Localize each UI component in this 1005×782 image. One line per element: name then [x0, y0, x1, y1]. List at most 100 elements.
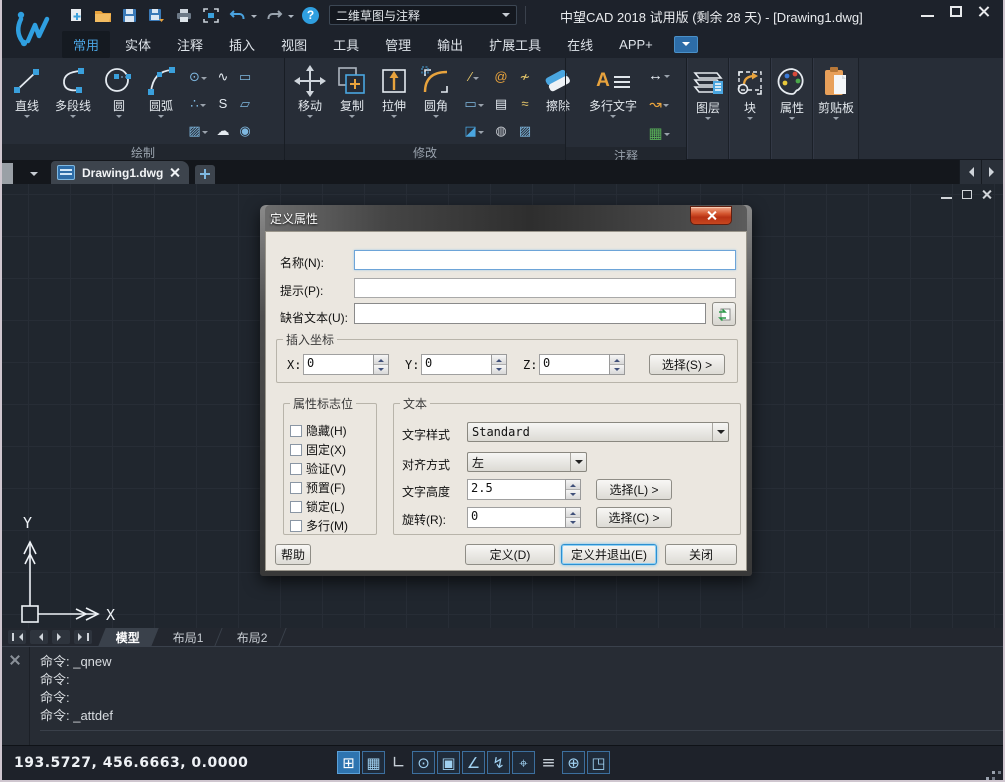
- verify-checkbox[interactable]: 验证(V): [290, 460, 346, 477]
- multiline-checkbox[interactable]: 多行(M): [290, 517, 348, 534]
- print-icon[interactable]: [174, 6, 193, 24]
- viewport-icon[interactable]: ◳: [587, 751, 610, 774]
- text-height-spinner[interactable]: [565, 479, 581, 500]
- default-text-input[interactable]: [354, 303, 706, 324]
- polyline-button[interactable]: 多段线: [48, 61, 98, 121]
- preset-checkbox[interactable]: 预置(F): [290, 479, 345, 496]
- z-spinner[interactable]: [609, 354, 625, 375]
- mtext-button[interactable]: A 多行文字: [582, 61, 644, 121]
- ribbon-tab-express[interactable]: 扩展工具: [478, 31, 552, 58]
- properties-button[interactable]: 属性: [771, 58, 813, 159]
- x-input[interactable]: 0: [303, 354, 389, 375]
- pencil-line-icon[interactable]: ≁: [513, 69, 537, 85]
- redo-icon[interactable]: [265, 6, 284, 24]
- otrack-toggle-icon[interactable]: ∠: [462, 751, 485, 774]
- dialog-titlebar[interactable]: 定义属性: [265, 205, 747, 231]
- new-icon[interactable]: [66, 6, 85, 24]
- scroll-left-icon[interactable]: [959, 160, 981, 184]
- preview-icon[interactable]: [201, 6, 220, 24]
- ribbon-tab-tools[interactable]: 工具: [322, 31, 370, 58]
- pencil-zigzag-icon[interactable]: ≈: [513, 96, 537, 111]
- layers-button[interactable]: 图层: [687, 58, 729, 159]
- ribbon-tab-view[interactable]: 视图: [270, 31, 318, 58]
- dyn-input-icon[interactable]: ⌖: [512, 751, 535, 774]
- ribbon-tab-insert[interactable]: 插入: [218, 31, 266, 58]
- zwcad-logo-icon[interactable]: [4, 2, 60, 56]
- squares-icon[interactable]: ◪: [459, 123, 489, 139]
- help-button[interactable]: 帮助: [275, 544, 311, 565]
- copy-button[interactable]: 复制: [331, 61, 373, 121]
- x-spinner[interactable]: [373, 354, 389, 375]
- hatch-edit-icon[interactable]: ▨: [513, 123, 537, 139]
- minimize-button[interactable]: [921, 6, 934, 17]
- circle-button[interactable]: 圆: [98, 61, 140, 121]
- revcloud-icon[interactable]: ☁: [212, 123, 234, 139]
- point-star-icon[interactable]: ◍: [489, 123, 513, 139]
- align-icon[interactable]: ▤: [489, 96, 513, 112]
- pick-point-button[interactable]: 选择(S) >: [649, 354, 725, 375]
- name-input[interactable]: [354, 250, 736, 270]
- next-layout-icon[interactable]: [52, 630, 70, 644]
- pick-rotation-button[interactable]: 选择(C) >: [596, 507, 672, 528]
- save-icon[interactable]: [120, 6, 139, 24]
- region-icon[interactable]: ▱: [234, 96, 256, 112]
- ribbon-overflow-button[interactable]: [674, 36, 698, 53]
- command-close-icon[interactable]: [10, 655, 20, 665]
- ribbon-tab-home[interactable]: 常用: [62, 31, 110, 58]
- mdi-minimize-button[interactable]: [941, 190, 952, 199]
- mdi-restore-button[interactable]: [962, 190, 972, 199]
- table-icon[interactable]: ▦: [648, 124, 670, 142]
- tab-close-icon[interactable]: [170, 168, 179, 177]
- ortho-toggle-icon[interactable]: ∟: [387, 751, 410, 774]
- rotation-input[interactable]: 0: [467, 507, 581, 528]
- text-style-combobox[interactable]: Standard: [467, 422, 729, 442]
- close-button[interactable]: [978, 6, 989, 17]
- help-icon[interactable]: ?: [302, 7, 319, 24]
- undo-dropdown-caret[interactable]: [251, 15, 257, 21]
- fillet-button[interactable]: 圆角: [415, 61, 457, 121]
- mdi-close-button[interactable]: [982, 190, 991, 199]
- trim-icon[interactable]: ∕: [459, 69, 489, 84]
- grid-toggle-icon[interactable]: ▦: [362, 751, 385, 774]
- ribbon-tab-output[interactable]: 输出: [426, 31, 474, 58]
- dashed-rect-icon[interactable]: ▭: [459, 96, 489, 112]
- hidden-checkbox[interactable]: 隐藏(H): [290, 422, 347, 439]
- dyn-ucs-icon[interactable]: ⊕: [562, 751, 585, 774]
- arc-button[interactable]: 圆弧: [140, 61, 182, 121]
- snap-lightning-icon[interactable]: ↯: [487, 751, 510, 774]
- first-layout-icon[interactable]: [8, 630, 26, 644]
- command-history[interactable]: 命令: _qnew 命令: 命令: 命令: _attdef: [30, 647, 1003, 745]
- define-and-exit-button[interactable]: 定义并退出(E): [561, 544, 657, 565]
- text-height-input[interactable]: 2.5: [467, 479, 581, 500]
- multi-point-icon[interactable]: ∴: [184, 96, 212, 112]
- block-button[interactable]: 块: [729, 58, 771, 159]
- ribbon-tab-manage[interactable]: 管理: [374, 31, 422, 58]
- layout-tab-layout1[interactable]: 布局1: [155, 628, 222, 646]
- save-as-icon[interactable]: [147, 6, 166, 24]
- line-button[interactable]: 直线: [6, 61, 48, 121]
- new-tab-button[interactable]: [195, 165, 215, 184]
- define-button[interactable]: 定义(D): [465, 544, 555, 565]
- rotation-spinner[interactable]: [565, 507, 581, 528]
- doc-tab-menu-button[interactable]: [25, 164, 43, 184]
- ribbon-tab-solid[interactable]: 实体: [114, 31, 162, 58]
- insert-field-button[interactable]: [712, 302, 736, 326]
- scroll-right-icon[interactable]: [981, 160, 1003, 184]
- drawing-canvas[interactable]: Y X 定义属性 名称(N): 提示(P): 缺省文本(U): 插入坐标: [2, 184, 1003, 628]
- lock-checkbox[interactable]: 锁定(L): [290, 498, 345, 515]
- workspace-dropdown[interactable]: 二维草图与注释: [329, 5, 517, 25]
- point-circle-icon[interactable]: ⊙: [184, 69, 212, 85]
- dimension-icon[interactable]: ↔: [648, 67, 670, 84]
- redo-dropdown-caret[interactable]: [288, 15, 294, 21]
- rectangle-icon[interactable]: ▭: [234, 69, 256, 85]
- offset-icon[interactable]: @: [489, 69, 513, 84]
- sketch-icon[interactable]: S: [212, 96, 234, 111]
- y-input[interactable]: 0: [421, 354, 507, 375]
- justify-combobox[interactable]: 左: [467, 452, 587, 472]
- command-input-line[interactable]: [40, 730, 1003, 744]
- hatch-icon[interactable]: ▨: [184, 123, 212, 139]
- pick-height-button[interactable]: 选择(L) >: [596, 479, 672, 500]
- snap-toggle-icon[interactable]: ⊞: [337, 751, 360, 774]
- prev-layout-icon[interactable]: [30, 630, 48, 644]
- layout-tab-model[interactable]: 模型: [98, 628, 158, 646]
